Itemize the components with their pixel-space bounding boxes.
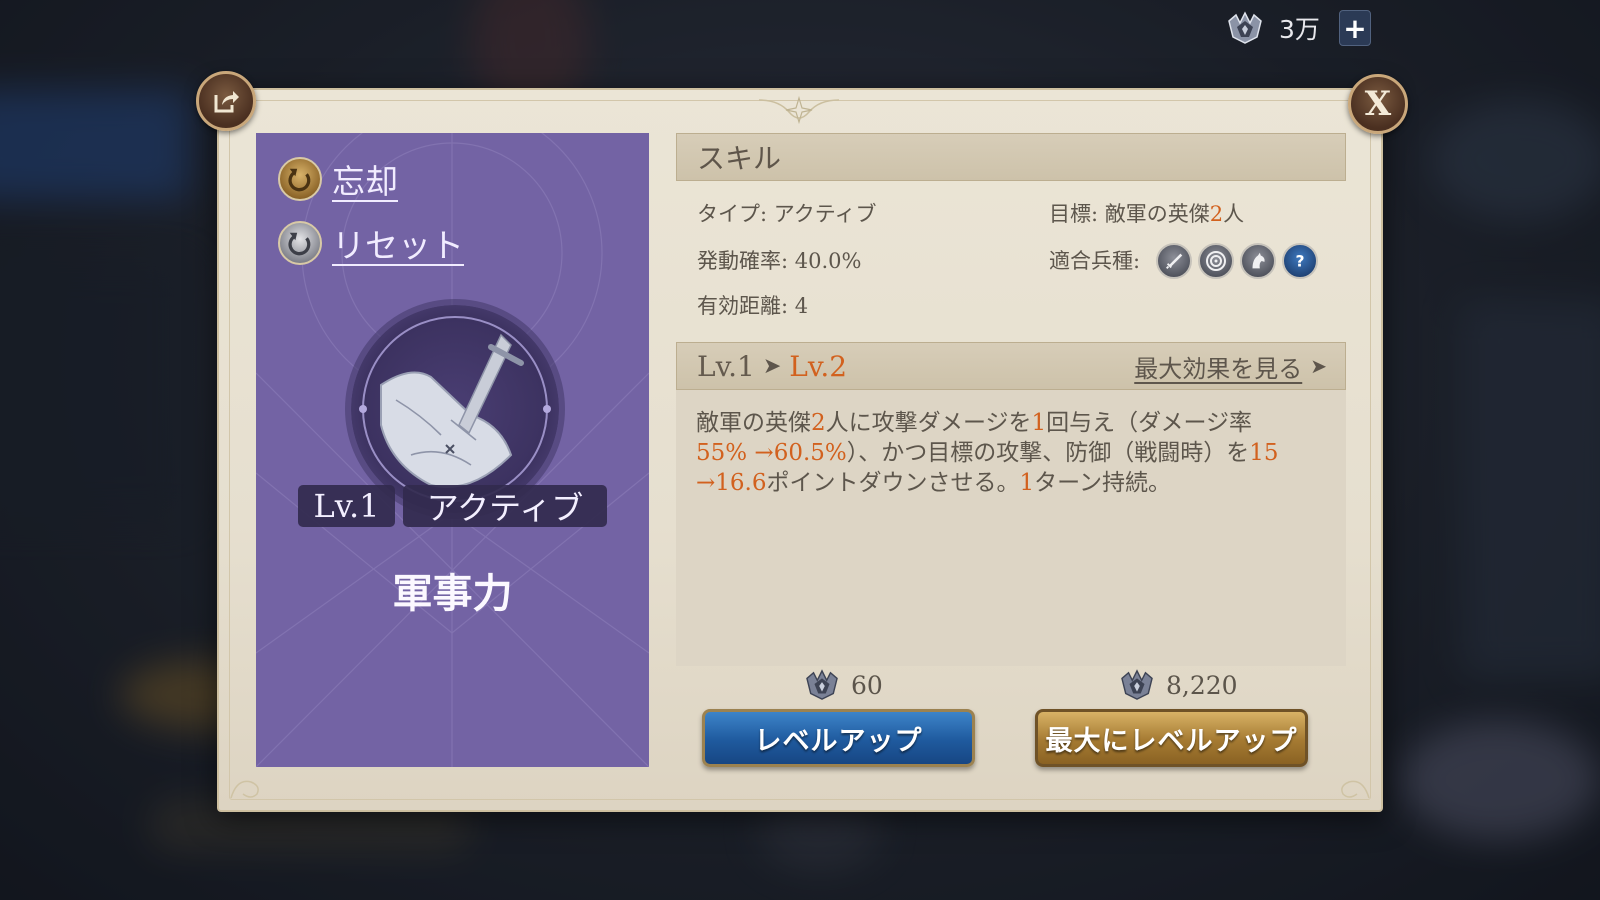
horse-icon: [1240, 243, 1276, 279]
gem-crown-icon: [803, 669, 841, 701]
desc-highlight: 2: [811, 410, 826, 436]
range-value: 4: [794, 294, 809, 318]
target-unit: 人: [1223, 202, 1245, 226]
levelup-cost-value: 60: [851, 670, 883, 700]
desc-text: 回与え（ダメージ率: [1046, 410, 1252, 436]
level-section-header: Lv.1 ➤ Lv.2 最大効果を見る ➤: [676, 342, 1346, 390]
skill-target-row: 目標: 敵軍の英傑2人: [1049, 198, 1244, 228]
skill-section-title: スキル: [697, 142, 782, 175]
trigger-rate-row: 発動確率: 40.0%: [697, 245, 861, 275]
target-value: 敵軍の英傑: [1104, 202, 1210, 226]
ornament-icon: [759, 95, 839, 125]
desc-text: ポイントダウンさせる。: [766, 470, 1020, 496]
rate-value: 40.0%: [794, 249, 862, 273]
desc-text: ）、かつ目標の攻撃、防御（戦闘時）を: [846, 440, 1250, 466]
desc-highlight: 1: [1019, 470, 1035, 496]
next-level: Lv.2: [789, 349, 848, 383]
forget-link[interactable]: 忘却: [278, 155, 398, 203]
gem-crown-icon: [1225, 11, 1265, 45]
skill-card: 忘却 リセット Lv.1 アクティブ 軍事力: [256, 133, 649, 767]
svg-text:?: ?: [1295, 253, 1304, 271]
currency-amount: 3万: [1279, 15, 1320, 44]
skill-name: 軍事力: [392, 570, 513, 617]
desc-highlight: 15: [1249, 440, 1279, 466]
chevron-right-icon: ➤: [1310, 354, 1327, 378]
type-label: タイプ:: [697, 202, 774, 226]
max-levelup-button[interactable]: 最大にレベルアップ: [1035, 709, 1308, 767]
close-button[interactable]: X: [1348, 74, 1408, 134]
desc-text: 人に攻撃ダメージを: [825, 410, 1032, 436]
level-arrow-icon: ➤: [762, 353, 782, 379]
skill-type-row: タイプ: アクティブ: [697, 198, 876, 228]
troop-type-row: 適合兵種:: [1049, 245, 1140, 275]
target-icon: [1198, 243, 1234, 279]
levelup-cost: 60: [803, 669, 883, 701]
forget-label[interactable]: 忘却: [332, 155, 398, 203]
gem-crown-icon: [1118, 669, 1156, 701]
desc-text: 敵軍の英傑: [696, 410, 811, 436]
troop-icons: ?: [1156, 243, 1318, 279]
currency-bar: 3万 +: [1225, 8, 1385, 48]
desc-highlight: →16.6: [696, 470, 767, 496]
desc-text: ターン持続。: [1034, 470, 1171, 496]
current-level: Lv.1: [697, 349, 755, 383]
corner-ornament-icon: [230, 780, 259, 799]
skill-type-tag: アクティブ: [403, 485, 607, 527]
question-icon: ?: [1282, 243, 1318, 279]
max-levelup-cost-value: 8,220: [1166, 670, 1238, 700]
level-progress: Lv.1 ➤ Lv.2: [697, 350, 847, 383]
description-line-3: →16.6ポイントダウンさせる。1ターン持続。: [696, 468, 1326, 498]
levelup-button[interactable]: レベルアップ: [702, 709, 975, 767]
skill-emblem: [351, 305, 559, 513]
desc-highlight: 55% →60.5%: [696, 440, 847, 466]
description-line-2: 55% →60.5%）、かつ目標の攻撃、防御（戦闘時）を15: [696, 438, 1326, 468]
rotate-icon: [278, 157, 322, 201]
description-line-1: 敵軍の英傑2人に攻撃ダメージを1回与え（ダメージ率: [696, 408, 1326, 438]
range-label: 有効距離:: [697, 294, 795, 318]
max-effect-link[interactable]: 最大効果を見る ➤: [1134, 349, 1327, 384]
skill-level-tag: Lv.1: [298, 485, 395, 527]
add-currency-button[interactable]: +: [1339, 10, 1371, 46]
max-levelup-cost: 8,220: [1118, 669, 1238, 701]
skill-section-header: スキル: [676, 133, 1346, 181]
desc-highlight: 1: [1031, 410, 1047, 436]
troop-label: 適合兵種:: [1049, 249, 1141, 273]
sword-icon: [1156, 243, 1192, 279]
corner-ornament-icon: [1341, 780, 1370, 799]
reset-icon: [278, 221, 322, 265]
range-row: 有効距離: 4: [697, 290, 808, 320]
map-sword-icon: [359, 316, 551, 502]
share-button[interactable]: [196, 71, 256, 131]
target-count: 2: [1209, 202, 1224, 226]
reset-label[interactable]: リセット: [332, 219, 464, 267]
target-label: 目標:: [1049, 202, 1105, 226]
share-icon: [214, 91, 239, 113]
rate-label: 発動確率:: [697, 249, 795, 273]
max-effect-label[interactable]: 最大効果を見る: [1134, 349, 1302, 384]
skill-description: 敵軍の英傑2人に攻撃ダメージを1回与え（ダメージ率 55% →60.5%）、かつ…: [676, 390, 1346, 666]
type-value: アクティブ: [773, 202, 877, 226]
reset-link[interactable]: リセット: [278, 219, 464, 267]
